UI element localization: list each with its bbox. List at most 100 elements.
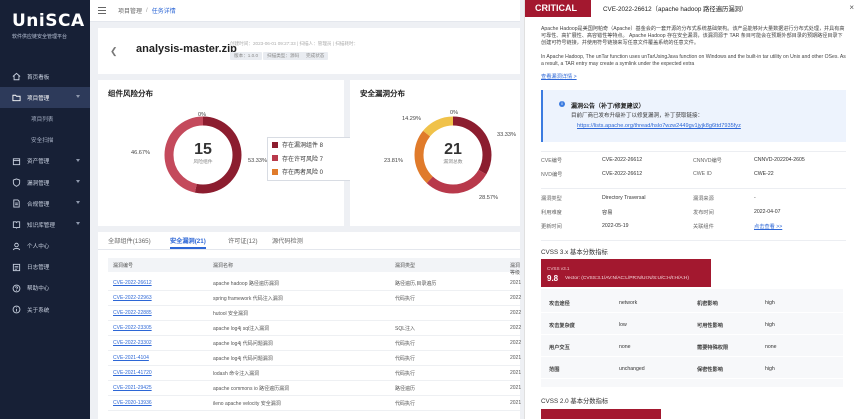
vuln-name: apache hadoop 路径遍历漏洞 <box>213 281 279 287</box>
metric-value: low <box>619 322 627 328</box>
chevron-down-icon <box>76 179 80 183</box>
metric-row: 攻击复杂度 low 可用性影响 high <box>541 315 843 335</box>
info-row: CVE编号 CVE-2022-26612 CNNVD编号 CNNVD-20220… <box>541 157 846 171</box>
table-row[interactable]: CVE-2022-22963 spring framework 代码注入漏洞 代码执… <box>108 291 522 306</box>
vuln-id-link[interactable]: CVE-2022-23305 <box>113 325 152 331</box>
vuln-name: lodash 命令注入漏洞 <box>213 371 260 377</box>
sidebar-item-label: 关于系统 <box>27 307 50 314</box>
sidebar-item-label: 首页看板 <box>27 74 50 81</box>
table-row[interactable]: CVE-2022-23302 apache log4j 代码问题漏洞 代码执行 202… <box>108 336 521 351</box>
related-components-link[interactable]: 点击查看 >> <box>754 223 782 230</box>
vuln-type: 路径遍历 <box>395 386 416 392</box>
metric-value: high <box>765 366 775 372</box>
patch-link[interactable]: https://lists.apache.org/thread/hslo7wzw… <box>577 123 741 129</box>
info-key: 漏洞来源 <box>693 196 714 202</box>
sidebar-item-assets[interactable]: 资产管理 <box>0 151 90 172</box>
divider <box>541 151 846 152</box>
breadcrumb-parent[interactable]: 项目管理 <box>118 6 142 15</box>
table-row[interactable]: CVE-2022-26612 apache hadoop 路径遍历漏洞 路径遍历,目… <box>108 276 521 291</box>
vuln-id-link[interactable]: CVE-2022-22885 <box>113 310 152 316</box>
tab-vulnerabilities[interactable]: 安全漏洞(21) <box>170 236 206 249</box>
sidebar-nav: 首页看板 项目管理 项目列表 安全扫描 资产管理 漏洞管理 合规管理 知识库管理… <box>0 66 90 320</box>
metric-row: 范围 unchanged 保密性影响 high <box>541 359 843 379</box>
sidebar-item-project-list[interactable]: 项目列表 <box>0 108 90 129</box>
vuln-level: 2021 <box>510 370 522 376</box>
info-value: - <box>754 195 756 201</box>
table-row[interactable]: CVE-2020-13936 ileno apache velocity 安全漏洞… <box>108 396 521 411</box>
info-icon <box>12 305 21 314</box>
table-row[interactable]: CVE-2022-22885 hutool 安全漏洞 2022 <box>108 306 521 321</box>
info-row: NVD编号 CVE-2022-26612 CWE ID CWE-22 <box>541 171 846 185</box>
logo[interactable]: UniSCA 软件供应链安全管理平台 <box>12 12 84 41</box>
sidebar-item-help[interactable]: 帮助中心 <box>0 278 90 299</box>
notice-title: 漏洞公告（补丁/修复建议） <box>571 104 645 110</box>
vuln-name: apache log4j 代码问题漏洞 <box>213 356 273 362</box>
cvss2-section-title: CVSS 2.0 基本分数指标 <box>541 398 609 405</box>
cvss3-section-title: CVSS 3.x 基本分数指标 <box>541 249 608 256</box>
table-row[interactable]: CVE-2022-23305 apache log4j sql注入漏洞 SQL注入 2… <box>108 321 521 336</box>
sidebar-item-profile[interactable]: 个人中心 <box>0 236 90 257</box>
info-value: 2022-05-19 <box>602 223 629 229</box>
vuln-type: 代码执行 <box>395 296 416 302</box>
logo-subtitle: 软件供应链安全管理平台 <box>12 34 68 40</box>
sidebar-item-label: 安全扫描 <box>31 138 54 145</box>
info-key: CVE编号 <box>541 158 563 164</box>
metric-key: 可用性影响 <box>697 323 723 329</box>
metric-value: unchanged <box>619 366 645 372</box>
sidebar-item-dashboard[interactable]: 首页看板 <box>0 66 90 87</box>
vuln-pct-a: 14.29% <box>402 116 421 122</box>
metric-row: 攻击途径 network 机密影响 high <box>541 293 843 313</box>
menu-toggle-icon[interactable] <box>98 7 106 14</box>
divider <box>541 240 846 241</box>
sidebar-item-label: 知识库管理 <box>27 222 55 229</box>
vuln-id-link[interactable]: CVE-2022-22963 <box>113 295 152 301</box>
more-details-link[interactable]: 查看漏洞详情 > <box>541 73 577 80</box>
folder-icon <box>12 93 21 102</box>
log-icon <box>12 263 21 272</box>
vuln-type: 代码执行 <box>395 356 416 362</box>
sidebar-item-project[interactable]: 项目管理 <box>0 87 90 109</box>
sidebar-item-compliance[interactable]: 合规管理 <box>0 193 90 214</box>
vuln-id-link[interactable]: CVE-2021-4104 <box>113 355 149 361</box>
legend-label: 存在两者风险 0 <box>282 170 324 177</box>
table-row[interactable]: CVE-2021-4104 apache log4j 代码问题漏洞 代码执行 2021 <box>108 351 521 366</box>
metric-value: none <box>619 344 631 350</box>
sidebar-item-label: 项目管理 <box>27 95 50 102</box>
risk-donut-center: 15 风险组件 <box>178 141 228 165</box>
legend-swatch <box>272 168 278 175</box>
info-row: 漏洞类型 Directory Traversal 漏洞来源 - <box>541 195 846 209</box>
vuln-id-link[interactable]: CVE-2022-23302 <box>113 340 152 346</box>
risk-pct-left: 46.67% <box>131 150 150 156</box>
legend-label: 存在许可风险 7 <box>282 156 324 163</box>
result-tabs: 全部组件(1365) 安全漏洞(21) 许可证(12) 源代码检测 <box>98 232 520 250</box>
tab-source-detection[interactable]: 源代码检测 <box>272 236 303 245</box>
vuln-id-link[interactable]: CVE-2021-29425 <box>113 385 152 391</box>
cvss2-score-box <box>541 409 661 419</box>
legend-item: 存在许可风险 7 <box>268 152 356 166</box>
risk-total-value: 15 <box>194 141 212 158</box>
breadcrumb-current: 任务详情 <box>151 9 176 15</box>
table-row[interactable]: CVE-2021-41720 lodash 命令注入漏洞 代码执行 2021 <box>108 366 522 381</box>
metric-row: 用户交互 none 需要特殊权限 none <box>541 337 843 357</box>
notice-desc: 目前厂商已发布升级补丁以修复漏洞，补丁获取链接： <box>571 113 704 119</box>
vuln-id-link[interactable]: CVE-2020-13936 <box>113 400 152 406</box>
sidebar-item-logs[interactable]: 日志管理 <box>0 257 90 278</box>
info-key: 更新时间 <box>541 224 562 230</box>
tab-components[interactable]: 全部组件(1365) <box>108 236 151 245</box>
vuln-id-link[interactable]: CVE-2021-41720 <box>113 370 152 376</box>
vuln-id-link[interactable]: CVE-2022-26612 <box>113 280 152 286</box>
table-row[interactable]: CVE-2021-29425 apache commons io 路径遍历漏洞 路径… <box>108 381 521 396</box>
sidebar-item-security-scan[interactable]: 安全扫描 <box>0 130 90 151</box>
sidebar-item-vulns[interactable]: 漏洞管理 <box>0 172 90 193</box>
sidebar-item-knowledge[interactable]: 知识库管理 <box>0 214 90 235</box>
info-icon: i <box>559 101 565 107</box>
box-icon <box>12 157 21 166</box>
back-arrow-icon[interactable]: ❮ <box>110 46 118 57</box>
sidebar-item-about[interactable]: 关于系统 <box>0 299 90 320</box>
vuln-level: 2022 <box>510 295 522 301</box>
metric-key: 机密影响 <box>697 301 718 307</box>
cvss3-vector: Vector: (CVSS:3.1/AV:N/AC:L/PR:N/UI:N/S:… <box>565 276 689 281</box>
component-risk-card: 组件风险分布 15 风险组件 0% 46.67% 53.33% 存在漏洞组件 8… <box>98 80 357 226</box>
close-icon[interactable]: × <box>849 3 854 12</box>
tab-licenses[interactable]: 许可证(12) <box>228 236 258 245</box>
